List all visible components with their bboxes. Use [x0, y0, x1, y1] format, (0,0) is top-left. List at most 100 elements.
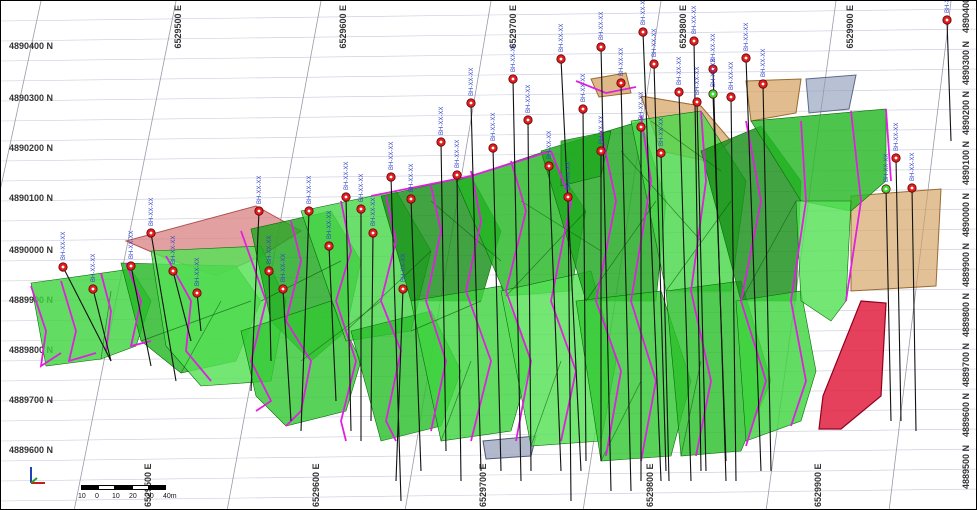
drillhole-label: BH-XX-XX — [327, 211, 333, 239]
collar-center — [344, 195, 348, 199]
collar-center — [652, 62, 656, 66]
drillhole-label: BH-XX-XX — [281, 254, 287, 282]
northing-label-right: 4890300 N — [961, 41, 971, 85]
collar-center — [491, 146, 495, 150]
easting-label-bottom: 6529700 E — [478, 463, 488, 507]
scale-bar-segment — [115, 485, 132, 490]
collar-center — [267, 269, 271, 273]
red-block — [818, 300, 887, 430]
collar-center — [945, 18, 949, 22]
drillhole-label: BH-XX-XX — [195, 258, 201, 286]
collar-center — [581, 107, 585, 111]
collar-center — [566, 195, 570, 199]
collar-center — [526, 118, 530, 122]
easting-label-top: 6529500 E — [173, 5, 183, 49]
scale-bar-tick-label: 0 — [95, 493, 99, 500]
drillhole-trace — [946, 19, 952, 142]
drillhole-label: BH-XX-XX — [129, 231, 135, 259]
drillhole-label: BH-XX-XX — [359, 174, 365, 202]
drillhole-label: BH-XX-XX — [652, 29, 658, 57]
drillhole-label: BH-XX-XX — [61, 232, 67, 260]
northing-label-right: 4889600 N — [961, 393, 971, 437]
easting-label-top: 6529900 E — [845, 5, 855, 49]
drillhole-label: BH-XX-XX — [439, 107, 445, 135]
drillhole-label: BH-XX-XX — [257, 176, 263, 204]
ore-solid-facet — [795, 200, 852, 322]
drillhole-label: BH-XX-XX — [639, 92, 645, 120]
northing-label-left: 4890000 N — [9, 245, 53, 255]
drillhole-label: BH-XX-XX — [526, 85, 532, 113]
collar-center — [599, 45, 603, 49]
collar-center — [884, 187, 888, 191]
drillhole-label: BH-XX-XX — [149, 198, 155, 226]
northing-label-left: 4890400 N — [9, 41, 53, 51]
northing-label-left: 4889700 N — [9, 395, 53, 405]
drillhole-label: BH-XX-XX — [409, 164, 415, 192]
northing-label-right: 4890100 N — [961, 141, 971, 185]
drillhole-label: BH-XX-XX — [619, 48, 625, 76]
collar-center — [91, 287, 95, 291]
northing-label-left: 4890200 N — [9, 143, 53, 153]
scale-bar-segment — [132, 485, 149, 490]
collar-center — [401, 287, 405, 291]
collar-center — [894, 156, 898, 160]
scale-bar-segment — [81, 485, 98, 490]
collar-center — [641, 30, 645, 34]
collar-center — [659, 151, 663, 155]
drillhole-label: BH-XX-XX — [171, 236, 177, 264]
scale-bar-tick-label: 10 — [78, 493, 86, 500]
drillhole-label: BH-XX-XX — [469, 68, 475, 96]
northing-label-left: 4890300 N — [9, 93, 53, 103]
collar-center — [195, 291, 199, 295]
drillhole-label: BH-XX-XX — [371, 198, 377, 226]
model-scene[interactable]: 6529500 E 6529600 E 6529700 E 6529800 E 6529… — [1, 1, 977, 510]
easting-label-top: 6529700 E — [508, 5, 518, 49]
collar-center — [692, 39, 696, 43]
drillhole-label: BH-XX-XX — [559, 24, 565, 52]
grid-line — [1, 48, 976, 62]
collar-center — [257, 209, 261, 213]
drillhole-label: BH-XX-XX — [389, 142, 395, 170]
drillhole-label: BH-XX-XX — [677, 57, 683, 85]
drillhole-label: BH-XX-XX — [729, 62, 735, 90]
northing-label-right: 4889500 N — [961, 445, 971, 489]
collar-center — [744, 56, 748, 60]
drillhole-label: BH-XX-XX — [599, 116, 605, 144]
scale-bar-tick-label: 20 — [129, 493, 137, 500]
drillhole-label: BH-XX-XX — [910, 153, 916, 181]
scale-bar-tick-label: 30 — [146, 493, 154, 500]
orange-block — [745, 78, 802, 122]
axis-tripod-icon — [30, 467, 45, 484]
scale-bar-segment — [149, 485, 166, 490]
drillhole-label: BH-XX-XX — [641, 1, 647, 25]
collar-center — [149, 231, 153, 235]
collar-center — [677, 90, 681, 94]
collar-center — [469, 101, 473, 105]
scale-bar-segment — [98, 485, 115, 490]
3d-viewport[interactable]: 6529500 E 6529600 E 6529700 E 6529800 E 6529… — [0, 0, 977, 510]
collar-center — [281, 287, 285, 291]
northing-label-right: 4890000 N — [961, 193, 971, 237]
collar-center — [619, 81, 623, 85]
drillhole-label: BH-XX-XX — [711, 59, 717, 87]
drillhole-label: BH-XX-XX — [401, 254, 407, 282]
easting-label-bottom: 6529600 E — [311, 463, 321, 507]
collar-center — [359, 207, 363, 211]
collar-center — [371, 231, 375, 235]
drillhole-label: BH-XX-XX — [511, 44, 517, 72]
northing-label-right: 4889800 N — [961, 293, 971, 337]
drillhole-label: BH-XX-XX — [894, 123, 900, 151]
drillhole-label: BH-XX-XX — [91, 254, 97, 282]
easting-label-bottom: 6529900 E — [813, 463, 823, 507]
drillhole-label: BH-XX-XX — [884, 154, 890, 182]
grid-line — [1, 1, 42, 189]
drillhole-label: BH-XX-XX — [566, 162, 572, 190]
drillhole-label: BH-XX-XX — [581, 74, 587, 102]
collar-center — [511, 77, 515, 81]
scale-bar-tick-label: 10 — [112, 493, 120, 500]
drillhole-label: BH-XX-XX — [344, 162, 350, 190]
collar-center — [559, 57, 563, 61]
collar-center — [761, 82, 765, 86]
drillhole-label: BH-XX-XX — [547, 131, 553, 159]
collar-center — [61, 265, 65, 269]
